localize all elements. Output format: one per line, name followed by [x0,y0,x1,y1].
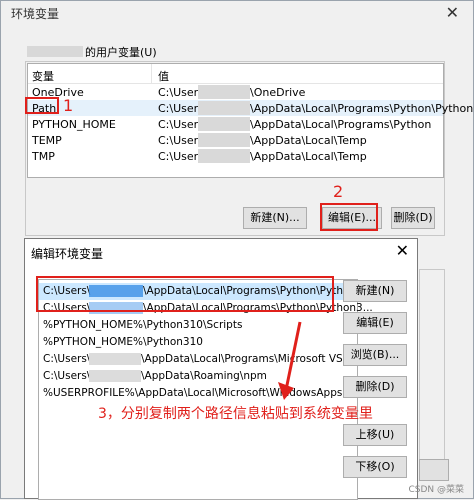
username-redaction [27,46,83,57]
delete-button[interactable]: 删除(D) [343,376,407,398]
system-vars-edge [419,269,445,469]
list-item[interactable]: %PYTHON_HOME%\Python310 [39,334,357,351]
red-arrow-icon [278,321,302,400]
new-button[interactable]: 新建(N) [343,280,407,302]
list-item[interactable]: %PYTHON_HOME%\Python310\Scripts [39,317,357,334]
redaction [198,133,250,147]
list-header: 变量 值 [28,64,443,84]
window-title: 环境变量 [11,7,60,21]
move-up-button[interactable]: 上移(U) [343,424,407,446]
outer-ok-button[interactable] [419,459,449,481]
annotation-3: 3，分别复制两个路径信息粘贴到系统变量里 [98,406,373,422]
list-item[interactable]: OneDrive C:\Users\ \OneDrive [28,84,443,100]
redaction [198,101,250,115]
redaction [89,353,141,365]
redaction [198,149,250,163]
new-button[interactable]: 新建(N)... [243,207,307,229]
delete-button[interactable]: 删除(D) [391,207,435,229]
column-var[interactable]: 变量 [32,68,54,84]
path-entries-list[interactable]: C:\Users\ \AppData\Local\Programs\Python… [38,279,373,500]
move-down-button[interactable]: 下移(O) [343,456,407,478]
redaction [198,85,250,99]
list-item[interactable]: C:\Users\ \AppData\Local\Programs\Micros… [39,351,363,368]
close-icon[interactable]: ✕ [446,3,459,22]
watermark: CSDN @菜菜 [408,485,464,495]
redaction [89,370,141,382]
redaction [198,117,250,131]
edit-highlight-box [320,203,378,231]
close-icon[interactable]: ✕ [396,241,409,260]
list-item[interactable]: TEMP C:\Users\ \AppData\Local\Temp [28,132,443,148]
user-vars-label: 的用户变量(U) [27,44,157,60]
annotation-1: 1 [63,96,74,115]
user-vars-list[interactable]: 变量 值 OneDrive C:\Users\ \OneDrive Path C… [27,63,474,178]
list-item[interactable]: TMP C:\Users\ \AppData\Local\Temp [28,148,443,164]
annotation-2: 2 [333,182,344,201]
dialog-title: 编辑环境变量 [31,247,104,261]
list-item[interactable]: PYTHON_HOME C:\Users\ \AppData\Local\Pro… [28,116,443,132]
list-item[interactable]: C:\Users\ \AppData\Roaming\npm [39,368,357,385]
edit-button[interactable]: 编辑(E) [343,312,407,334]
browse-button[interactable]: 浏览(B)... [343,344,407,366]
list-item-path[interactable]: Path C:\Users\ \AppData\Local\Programs\P… [28,100,474,116]
entries-highlight-box [36,276,334,312]
column-value[interactable]: 值 [158,68,169,84]
list-item[interactable]: %USERPROFILE%\AppData\Local\Microsoft\Wi… [39,385,357,402]
path-highlight-box [25,97,59,114]
